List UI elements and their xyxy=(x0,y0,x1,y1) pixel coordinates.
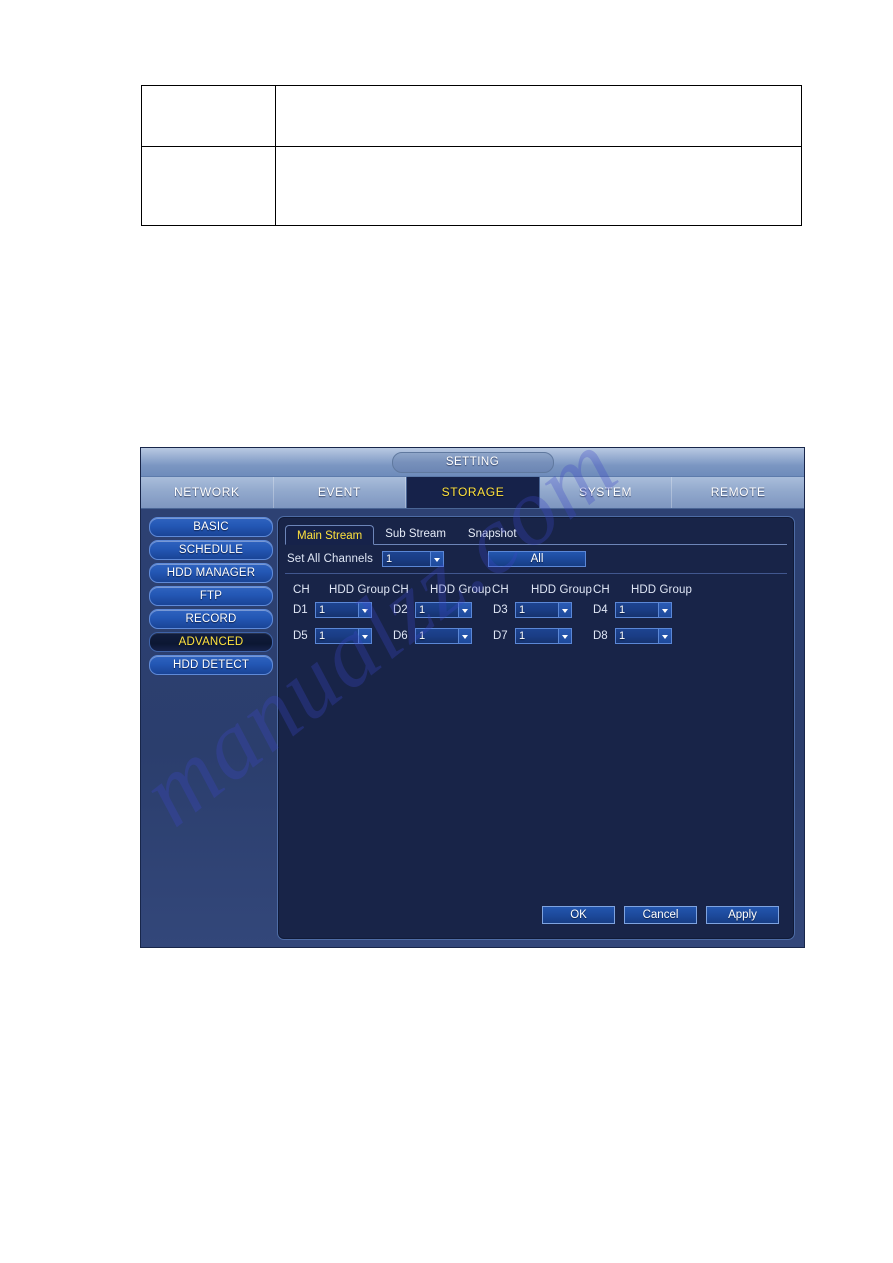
sidebar: BASIC SCHEDULE HDD MANAGER FTP RECORD AD… xyxy=(149,517,273,678)
subtab-main-stream[interactable]: Main Stream xyxy=(285,525,375,545)
document-table xyxy=(141,85,802,226)
chevron-down-icon xyxy=(358,629,371,643)
chevron-down-icon xyxy=(658,629,671,643)
hdd-group-value-d4: 1 xyxy=(619,604,626,616)
table-cell xyxy=(275,146,802,226)
chevron-down-icon xyxy=(558,629,571,643)
hdd-group-select-d4[interactable]: 1 xyxy=(615,602,672,618)
sidebar-item-ftp[interactable]: FTP xyxy=(149,586,273,606)
channel-label-d6: D6 xyxy=(393,630,408,642)
col-header-ch-2: CH xyxy=(392,584,409,596)
chevron-down-icon xyxy=(358,603,371,617)
tab-storage[interactable]: STORAGE xyxy=(406,477,540,508)
hdd-group-value-d6: 1 xyxy=(419,630,426,642)
col-header-group-1: HDD Group xyxy=(329,584,390,596)
channel-cell-d5: D5 1 xyxy=(293,628,372,644)
col-header-ch-3: CH xyxy=(492,584,509,596)
channel-label-d4: D4 xyxy=(593,604,608,616)
tab-event[interactable]: EVENT xyxy=(274,477,407,508)
set-all-channels-select[interactable]: 1 xyxy=(382,551,444,567)
channel-cell-d2: D2 1 xyxy=(393,602,472,618)
tab-remote[interactable]: REMOTE xyxy=(672,477,804,508)
sub-tab-bar: Main Stream Sub Stream Snapshot xyxy=(285,523,787,545)
channel-cell-d6: D6 1 xyxy=(393,628,472,644)
sidebar-item-basic[interactable]: BASIC xyxy=(149,517,273,537)
channel-cell-d4: D4 1 xyxy=(593,602,672,618)
column-header-row: CH HDD Group CH HDD Group CH HDD Group C… xyxy=(285,584,787,602)
col-header-group-3: HDD Group xyxy=(531,584,592,596)
content-panel: Main Stream Sub Stream Snapshot Set All … xyxy=(277,516,795,940)
sidebar-item-advanced[interactable]: ADVANCED xyxy=(149,632,273,652)
window-body: BASIC SCHEDULE HDD MANAGER FTP RECORD AD… xyxy=(141,509,804,947)
col-header-group-2: HDD Group xyxy=(430,584,491,596)
channel-cell-d7: D7 1 xyxy=(493,628,572,644)
sidebar-item-schedule[interactable]: SCHEDULE xyxy=(149,540,273,560)
channel-cell-d3: D3 1 xyxy=(493,602,572,618)
col-header-group-4: HDD Group xyxy=(631,584,692,596)
channel-label-d1: D1 xyxy=(293,604,308,616)
hdd-group-select-d3[interactable]: 1 xyxy=(515,602,572,618)
hdd-group-select-d1[interactable]: 1 xyxy=(315,602,372,618)
chevron-down-icon xyxy=(430,552,443,566)
channel-label-d3: D3 xyxy=(493,604,508,616)
all-button[interactable]: All xyxy=(488,551,586,567)
channel-cell-d1: D1 1 xyxy=(293,602,372,618)
hdd-group-value-d8: 1 xyxy=(619,630,626,642)
tab-network[interactable]: NETWORK xyxy=(141,477,274,508)
chevron-down-icon xyxy=(458,603,471,617)
hdd-group-select-d8[interactable]: 1 xyxy=(615,628,672,644)
col-header-ch-1: CH xyxy=(293,584,310,596)
ok-button[interactable]: OK xyxy=(542,906,615,924)
apply-button[interactable]: Apply xyxy=(706,906,779,924)
page-title: SETTING xyxy=(391,452,554,473)
channel-row-2: D5 1 D6 1 D7 1 D8 1 xyxy=(285,628,787,654)
table-cell xyxy=(141,146,276,226)
sidebar-item-hdd-manager[interactable]: HDD MANAGER xyxy=(149,563,273,583)
chevron-down-icon xyxy=(458,629,471,643)
chevron-down-icon xyxy=(558,603,571,617)
hdd-group-value-d5: 1 xyxy=(319,630,326,642)
set-all-channels-row: Set All Channels 1 All xyxy=(285,545,787,574)
sidebar-item-hdd-detect[interactable]: HDD DETECT xyxy=(149,655,273,675)
set-all-channels-label: Set All Channels xyxy=(287,553,373,565)
cancel-button[interactable]: Cancel xyxy=(624,906,697,924)
dvr-setting-window: SETTING NETWORK EVENT STORAGE SYSTEM REM… xyxy=(141,448,804,947)
chevron-down-icon xyxy=(658,603,671,617)
hdd-group-value-d2: 1 xyxy=(419,604,426,616)
table-cell xyxy=(275,85,802,147)
subtab-snapshot[interactable]: Snapshot xyxy=(457,524,528,544)
window-titlebar: SETTING xyxy=(141,448,804,477)
footer-buttons: OK Cancel Apply xyxy=(542,906,779,924)
hdd-group-select-d5[interactable]: 1 xyxy=(315,628,372,644)
hdd-group-select-d2[interactable]: 1 xyxy=(415,602,472,618)
hdd-group-value-d3: 1 xyxy=(519,604,526,616)
channel-label-d2: D2 xyxy=(393,604,408,616)
channel-cell-d8: D8 1 xyxy=(593,628,672,644)
channel-label-d8: D8 xyxy=(593,630,608,642)
table-row xyxy=(141,85,802,147)
set-all-channels-value: 1 xyxy=(386,553,393,565)
form-area: Set All Channels 1 All CH HDD Group CH H… xyxy=(285,545,787,932)
hdd-group-value-d7: 1 xyxy=(519,630,526,642)
main-menu-bar: NETWORK EVENT STORAGE SYSTEM REMOTE xyxy=(141,477,804,509)
hdd-group-value-d1: 1 xyxy=(319,604,326,616)
hdd-group-select-d6[interactable]: 1 xyxy=(415,628,472,644)
hdd-group-select-d7[interactable]: 1 xyxy=(515,628,572,644)
channel-label-d5: D5 xyxy=(293,630,308,642)
channel-row-1: D1 1 D2 1 D3 1 D4 1 xyxy=(285,602,787,628)
tab-system[interactable]: SYSTEM xyxy=(540,477,673,508)
col-header-ch-4: CH xyxy=(593,584,610,596)
subtab-sub-stream[interactable]: Sub Stream xyxy=(374,524,457,544)
table-row xyxy=(141,146,802,226)
sidebar-item-record[interactable]: RECORD xyxy=(149,609,273,629)
table-cell xyxy=(141,85,276,147)
channel-label-d7: D7 xyxy=(493,630,508,642)
